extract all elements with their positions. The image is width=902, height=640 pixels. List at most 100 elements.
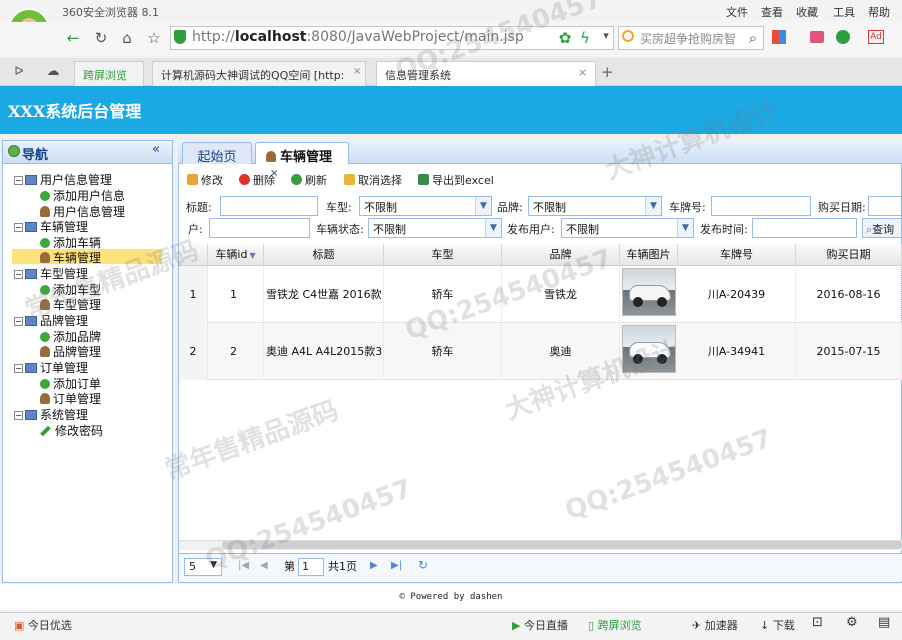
security-icon[interactable]	[836, 30, 850, 44]
menu-favorites[interactable]: 收藏	[796, 4, 818, 20]
export-excel-button[interactable]: 导出到excel	[418, 172, 494, 188]
filter-plate-label: 车牌号:	[669, 201, 706, 214]
filter-publisher-select[interactable]: 不限制 ▼	[561, 218, 694, 238]
tree-group-user[interactable]: − 用户信息管理	[14, 171, 112, 187]
tree-item-brand-manage[interactable]: 品牌管理	[40, 343, 101, 359]
refresh-button[interactable]: 刷新	[291, 172, 327, 188]
status-today-live[interactable]: ▶ 今日直播	[512, 617, 568, 633]
filter-user-input[interactable]	[209, 218, 310, 238]
tree-item-add-user[interactable]: 添加用户信息	[40, 187, 125, 203]
trash-icon[interactable]: ▤	[878, 615, 890, 630]
menu-view[interactable]: 查看	[761, 4, 783, 20]
filter-plate-input[interactable]	[711, 196, 811, 216]
tree-group-cartype[interactable]: − 车型管理	[14, 265, 88, 281]
search-input[interactable]: 买房超争抢购房智	[640, 30, 736, 47]
tree-item-add-cartype[interactable]: 添加车型	[40, 281, 102, 297]
tab-cross-screen[interactable]: 跨屏浏览	[74, 61, 144, 86]
prev-page-icon[interactable]: ◀	[260, 560, 268, 571]
edit-button[interactable]: 修改	[187, 172, 223, 188]
screenshot-icon[interactable]: ⊡	[812, 615, 823, 630]
car-image[interactable]	[622, 325, 676, 373]
reload-icon[interactable]: ↻	[92, 29, 110, 47]
tree-group-brand[interactable]: − 品牌管理	[14, 312, 88, 328]
filter-brand-select[interactable]: 不限制 ▼	[528, 196, 662, 216]
query-button[interactable]: ⌕查询	[862, 218, 902, 238]
next-page-icon[interactable]: ▶	[370, 560, 378, 571]
cloud-icon[interactable]: ☁	[44, 64, 62, 79]
scrollbar-thumb[interactable]	[222, 541, 902, 549]
collapse-toggle-icon[interactable]: −	[14, 364, 23, 373]
last-page-icon[interactable]: ▶|	[391, 560, 402, 571]
status-today-picks[interactable]: ▣ 今日优选	[14, 617, 72, 633]
tab-qq-space[interactable]: 计算机源码大神调试的QQ空间 [http:	[152, 61, 366, 86]
first-page-icon[interactable]: |◀	[238, 560, 249, 571]
column-header-brand[interactable]: 品牌	[502, 244, 620, 266]
collapse-toggle-icon[interactable]: −	[14, 176, 23, 185]
back-icon[interactable]: ←	[64, 29, 82, 47]
tree-item-user-manage[interactable]: 用户信息管理	[40, 203, 125, 219]
refresh-icon[interactable]: ↻	[418, 558, 428, 572]
close-icon[interactable]: ×	[578, 66, 587, 79]
filter-pubtime-input[interactable]	[752, 218, 857, 238]
status-accelerator[interactable]: ✈ 加速器	[692, 617, 738, 633]
menu-file[interactable]: 文件	[726, 4, 748, 20]
tree-item-cartype-manage[interactable]: 车型管理	[40, 296, 101, 312]
chevron-down-icon[interactable]: ▼	[677, 219, 693, 237]
delete-button[interactable]: 删除	[239, 172, 275, 188]
star-icon[interactable]: ☆	[145, 29, 163, 47]
tree-item-car-manage[interactable]: 车辆管理	[12, 249, 162, 265]
column-header-date[interactable]: 购买日期	[796, 244, 902, 266]
lightning-icon[interactable]: ϟ	[576, 29, 594, 47]
tree-item-change-password[interactable]: 修改密码	[40, 422, 103, 438]
tree-item-add-order[interactable]: 添加订单	[40, 375, 101, 391]
column-header-image[interactable]: 车辆图片	[620, 244, 678, 266]
page-number-input[interactable]: 1	[298, 558, 324, 576]
column-header-title[interactable]: 标题	[264, 244, 384, 266]
filter-status-select[interactable]: 不限制 ▼	[368, 218, 502, 238]
chevron-down-icon[interactable]: ▾	[597, 29, 615, 42]
page-size-select[interactable]: 5 ▼	[184, 558, 222, 576]
tree-group-system[interactable]: − 系统管理	[14, 406, 88, 422]
menu-tools[interactable]: 工具	[833, 4, 855, 20]
settings-icon[interactable]: ⚙	[846, 615, 858, 630]
collapse-toggle-icon[interactable]: −	[14, 411, 23, 420]
mail-icon[interactable]	[810, 31, 824, 43]
home-icon[interactable]: ⌂	[118, 29, 136, 47]
column-header-plate[interactable]: 车牌号	[678, 244, 796, 266]
menu-help[interactable]: 帮助	[868, 4, 890, 20]
collapse-toggle-icon[interactable]: −	[14, 317, 23, 326]
new-tab-icon[interactable]: +	[601, 63, 614, 81]
tree-item-order-manage[interactable]: 订单管理	[40, 390, 101, 406]
sidebar-toggle-icon[interactable]: ᐅ	[10, 64, 28, 78]
chevron-down-icon[interactable]: ▼	[485, 219, 501, 237]
car-image[interactable]	[622, 268, 676, 316]
tree-item-add-car[interactable]: 添加车辆	[40, 234, 101, 250]
filter-title-input[interactable]	[220, 196, 318, 216]
collapse-toggle-icon[interactable]: −	[14, 270, 23, 279]
speed-icon[interactable]: ✿	[556, 29, 574, 47]
tab-start-page[interactable]: 起始页	[182, 142, 252, 165]
column-header-type[interactable]: 车型	[384, 244, 502, 266]
chevron-down-icon[interactable]: ▼	[475, 197, 491, 215]
status-cross-screen[interactable]: ▯ 跨屏浏览	[588, 617, 642, 633]
collapse-icon[interactable]: «	[152, 142, 160, 157]
filter-cartype-select[interactable]: 不限制 ▼	[359, 196, 492, 216]
deselect-button[interactable]: 取消选择	[344, 172, 402, 188]
tree-group-order[interactable]: − 订单管理	[14, 359, 88, 375]
filter-buydate-input[interactable]	[868, 196, 902, 216]
search-icon[interactable]: ⌕	[744, 29, 762, 47]
chevron-down-icon[interactable]: ▼	[645, 197, 661, 215]
close-icon[interactable]: ×	[353, 66, 361, 77]
tree-item-add-brand[interactable]: 添加品牌	[40, 328, 101, 344]
tree-item-label: 添加车型	[53, 283, 102, 297]
url-text[interactable]: http://localhost:8080/JavaWebProject/mai…	[192, 29, 524, 45]
tree-group-car[interactable]: − 车辆管理	[14, 218, 88, 234]
ad-block-icon[interactable]: Ad	[868, 30, 884, 44]
undo-icon	[344, 174, 355, 185]
tab-info-system[interactable]: 信息管理系统	[376, 61, 596, 86]
tab-car-manage[interactable]: 车辆管理×	[255, 142, 349, 179]
collapse-toggle-icon[interactable]: −	[14, 223, 23, 232]
status-download[interactable]: ↓ 下载	[760, 617, 795, 633]
column-header-id[interactable]: 车辆id ▼	[208, 244, 264, 266]
apps-icon[interactable]	[772, 30, 786, 44]
